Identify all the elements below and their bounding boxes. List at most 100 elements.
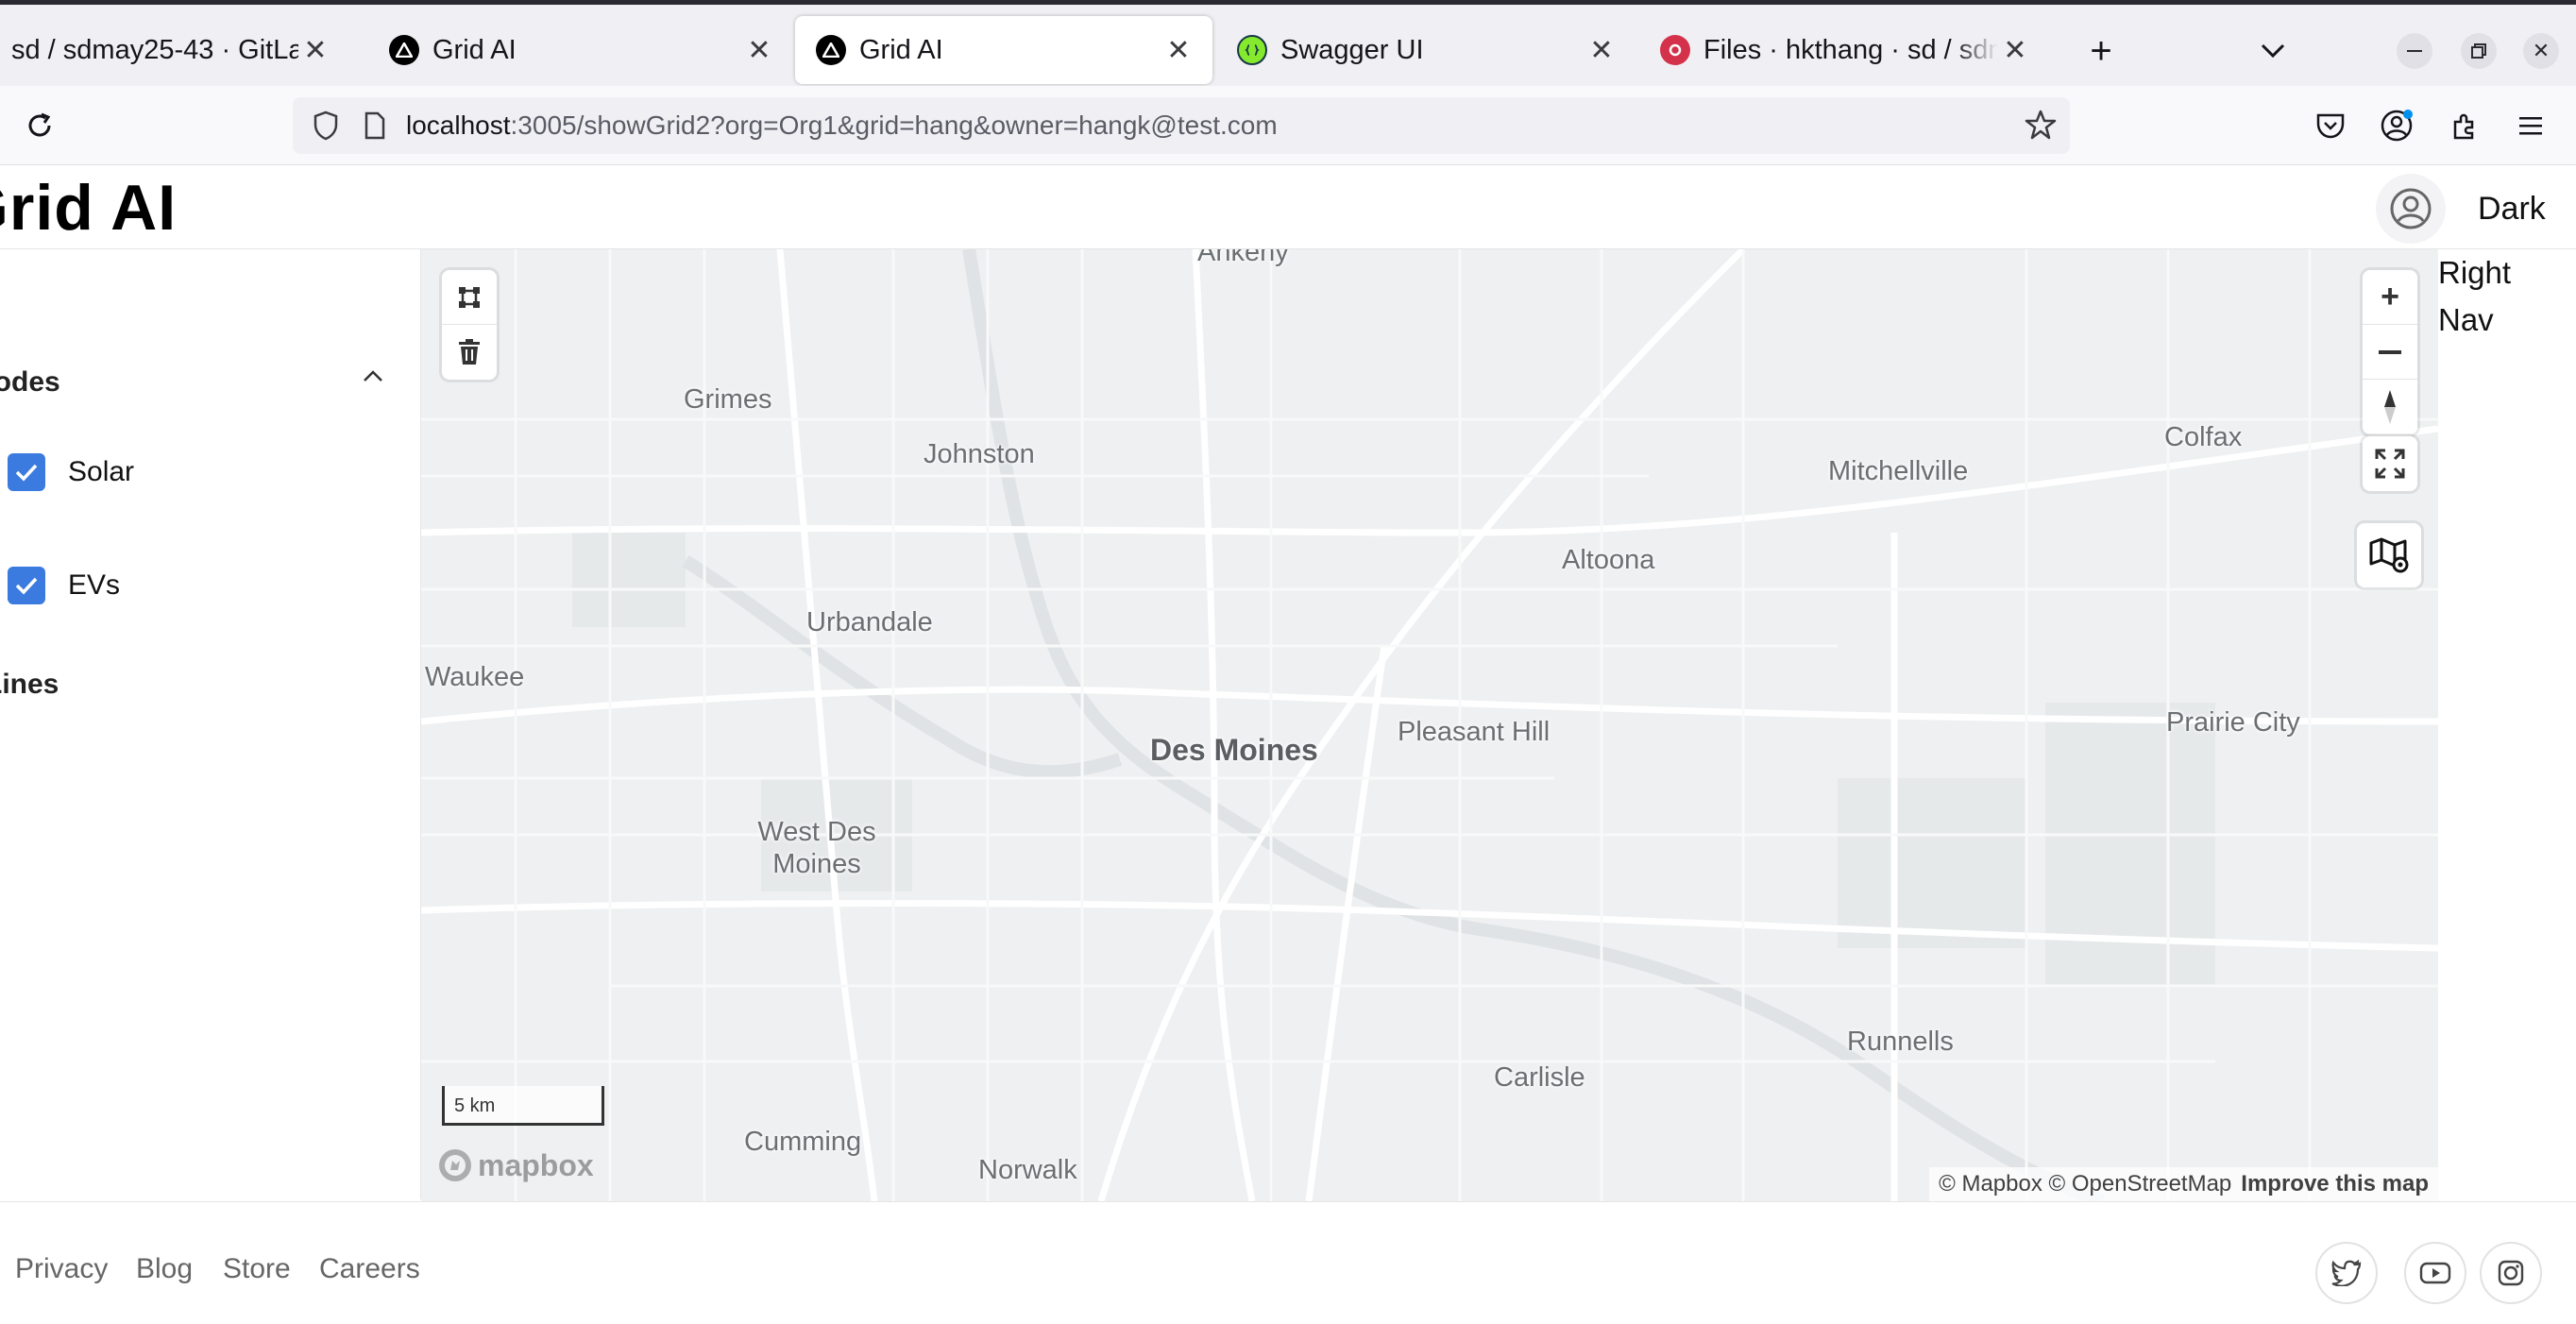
shield-icon[interactable] bbox=[308, 110, 344, 141]
account-button[interactable] bbox=[2372, 101, 2421, 150]
delete-drawing-button[interactable] bbox=[442, 325, 497, 380]
minus-icon bbox=[2379, 349, 2401, 354]
reload-button[interactable] bbox=[17, 103, 62, 148]
navigation-controls: + bbox=[2363, 270, 2417, 434]
minimize-button[interactable] bbox=[2397, 33, 2432, 69]
brand-title: Grid AI bbox=[0, 171, 178, 244]
fullscreen-icon bbox=[2375, 449, 2405, 479]
zoom-in-button[interactable]: + bbox=[2363, 270, 2417, 325]
bookmark-star-icon[interactable] bbox=[2025, 109, 2057, 147]
browser-tab-bar: sd / sdmay25-43 · GitLab ✕ Grid AI ✕ Gri… bbox=[0, 0, 2576, 86]
footer-link-privacy[interactable]: Privacy bbox=[15, 1253, 108, 1285]
tab-grid-ai-1[interactable]: Grid AI ✕ bbox=[368, 16, 793, 84]
layers-panel: Nodes Solar EVs Lines bbox=[0, 249, 421, 1199]
mapbox-wordmark: mapbox bbox=[478, 1147, 594, 1182]
layer-label: Solar bbox=[68, 456, 135, 487]
tab-title: Grid AI bbox=[432, 34, 517, 65]
tab-swagger[interactable]: Swagger UI ✕ bbox=[1216, 16, 1635, 84]
url-host: localhost bbox=[406, 110, 511, 140]
draw-controls bbox=[442, 270, 497, 380]
url-text[interactable]: localhost:3005/showGrid2?org=Org1&grid=h… bbox=[406, 110, 1278, 141]
tab-title: sd / sdmay25-43 · GitLab bbox=[11, 34, 298, 65]
close-icon[interactable]: ✕ bbox=[1585, 33, 1618, 67]
place-label: Runnells bbox=[1847, 1027, 1954, 1057]
user-avatar-button[interactable] bbox=[2376, 174, 2446, 244]
close-icon[interactable]: ✕ bbox=[742, 33, 776, 67]
attribution-text[interactable]: © Mapbox © OpenStreetMap bbox=[1939, 1171, 2231, 1197]
solar-checkbox[interactable] bbox=[8, 453, 45, 491]
section-lines-heading[interactable]: Lines bbox=[0, 669, 59, 701]
evs-checkbox[interactable] bbox=[8, 567, 45, 604]
tab-title: Grid AI bbox=[859, 34, 943, 65]
tab-files[interactable]: Files · hkthang · sd / sdmay25-43 ✕ bbox=[1639, 16, 2049, 84]
footer-link-store[interactable]: Store bbox=[223, 1253, 291, 1285]
close-icon[interactable]: ✕ bbox=[1161, 33, 1195, 67]
new-tab-button[interactable]: + bbox=[2079, 29, 2123, 73]
place-label: Cumming bbox=[744, 1127, 862, 1157]
polygon-icon bbox=[459, 286, 480, 308]
land-patches bbox=[572, 533, 2215, 986]
theme-toggle[interactable]: Dark bbox=[2478, 191, 2546, 228]
chevron-up-icon[interactable] bbox=[361, 365, 385, 394]
swagger-icon bbox=[1237, 35, 1267, 65]
fullscreen-button[interactable] bbox=[2363, 436, 2417, 491]
restore-button[interactable] bbox=[2461, 33, 2497, 69]
gitea-icon bbox=[1660, 35, 1690, 65]
chevron-down-icon bbox=[2261, 43, 2285, 59]
place-label: Norwalk bbox=[978, 1155, 1077, 1185]
close-icon[interactable]: ✕ bbox=[298, 33, 332, 67]
zoom-out-button[interactable] bbox=[2363, 325, 2417, 380]
place-label: Grimes bbox=[684, 384, 772, 415]
puzzle-icon bbox=[2453, 113, 2474, 140]
right-nav: Right Nav bbox=[2438, 249, 2511, 344]
place-label: Mitchellville bbox=[1828, 456, 1969, 486]
list-all-tabs-button[interactable] bbox=[2251, 29, 2295, 73]
twitter-button[interactable] bbox=[2315, 1242, 2378, 1304]
instagram-button[interactable] bbox=[2480, 1242, 2542, 1304]
place-label: Carlisle bbox=[1494, 1062, 1585, 1093]
youtube-button[interactable] bbox=[2404, 1242, 2466, 1304]
tab-title: Files · hkthang · sd / sdmay25-43 bbox=[1703, 34, 1998, 65]
close-window-button[interactable]: ✕ bbox=[2523, 33, 2559, 69]
compass-button[interactable] bbox=[2363, 380, 2417, 434]
youtube-icon bbox=[2419, 1262, 2451, 1284]
instagram-icon bbox=[2498, 1260, 2524, 1286]
place-label: Altoona bbox=[1562, 545, 1655, 575]
menu-button[interactable] bbox=[2508, 103, 2553, 148]
plus-icon: + bbox=[2090, 29, 2112, 72]
app-header: Grid AI bbox=[0, 165, 2576, 249]
draw-polygon-button[interactable] bbox=[442, 270, 497, 325]
layer-row-evs[interactable]: EVs bbox=[8, 567, 120, 604]
tab-gitlab[interactable]: sd / sdmay25-43 · GitLab ✕ bbox=[0, 16, 349, 84]
page-icon[interactable] bbox=[359, 111, 391, 140]
map-canvas[interactable]: Ankeny Grimes Johnston Colfax Mitchellvi… bbox=[421, 249, 2438, 1201]
place-label: West Des Moines bbox=[757, 817, 876, 880]
mapbox-logo[interactable]: mapbox bbox=[436, 1146, 594, 1184]
account-icon bbox=[2381, 110, 2413, 142]
pocket-icon bbox=[2316, 113, 2345, 139]
extensions-button[interactable] bbox=[2442, 103, 2487, 148]
close-icon[interactable]: ✕ bbox=[1998, 33, 2032, 67]
layer-row-solar[interactable]: Solar bbox=[8, 453, 134, 491]
tab-title: Swagger UI bbox=[1280, 34, 1424, 65]
footer-link-careers[interactable]: Careers bbox=[319, 1253, 420, 1285]
pocket-button[interactable] bbox=[2308, 103, 2353, 148]
style-switcher-control bbox=[2357, 523, 2421, 587]
improve-map-link[interactable]: Improve this map bbox=[2241, 1171, 2429, 1197]
url-bar[interactable]: localhost:3005/showGrid2?org=Org1&grid=h… bbox=[293, 97, 2070, 154]
compass-icon bbox=[2384, 390, 2396, 424]
triangle-logo-icon bbox=[816, 35, 846, 65]
close-icon: ✕ bbox=[2532, 39, 2551, 62]
map-style-button[interactable] bbox=[2357, 523, 2421, 587]
footer-link-blog[interactable]: Blog bbox=[136, 1253, 193, 1285]
url-path: :3005/showGrid2?org=Org1&grid=hang&owner… bbox=[510, 110, 1278, 140]
place-label: Urbandale bbox=[806, 607, 933, 637]
restore-icon bbox=[2471, 43, 2486, 59]
tab-grid-ai-active[interactable]: Grid AI ✕ bbox=[795, 16, 1212, 84]
place-label: Pleasant Hill bbox=[1398, 717, 1551, 747]
map-scale-bar: 5 km bbox=[442, 1086, 604, 1126]
checkmark-icon bbox=[15, 464, 38, 482]
rivers bbox=[682, 249, 2105, 1201]
section-nodes-heading[interactable]: Nodes bbox=[0, 366, 60, 399]
plus-icon: + bbox=[2381, 279, 2399, 314]
